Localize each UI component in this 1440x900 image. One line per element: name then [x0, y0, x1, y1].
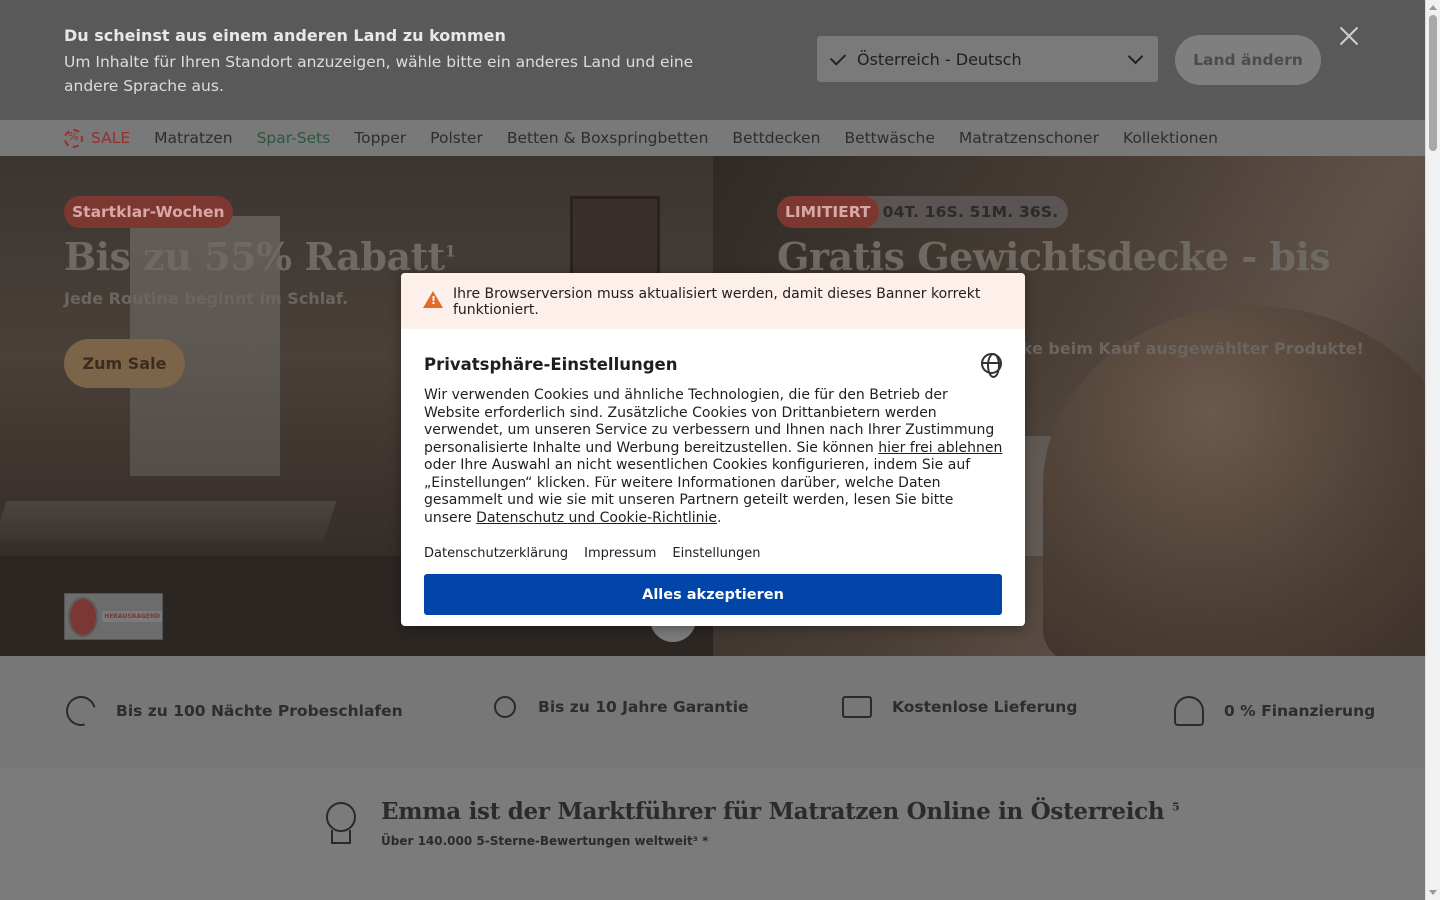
nav-item-bettwaesche[interactable]: Bettwäsche — [844, 129, 934, 147]
usp-label: Kostenlose Lieferung — [892, 698, 1078, 716]
coins-hand-icon — [1174, 696, 1204, 726]
limited-badge: LIMITIERT — [777, 196, 879, 228]
scrollbar-thumb[interactable] — [1429, 15, 1437, 151]
main-nav: SALE Matratzen Spar-Sets Topper Polster … — [0, 120, 1425, 156]
countdown-timer: 04T. 16S. 51M. 36S. — [882, 203, 1059, 221]
country-select[interactable]: Österreich - Deutsch — [817, 36, 1158, 82]
hero-person-decor — [1043, 306, 1425, 656]
nav-item-sale[interactable]: SALE — [64, 128, 131, 148]
country-banner-title: Du scheinst aus einem anderen Land zu ko… — [64, 26, 506, 45]
scroll-up-icon[interactable] — [1429, 5, 1437, 10]
leader-subtitle: Über 140.000 5-Sterne-Bewertungen weltwe… — [381, 834, 709, 848]
consent-title: Privatsphäre-Einstellungen — [424, 355, 678, 374]
usp-trial: Bis zu 100 Nächte Probeschlafen — [60, 690, 403, 732]
nav-item-matratzenschoner[interactable]: Matratzenschoner — [959, 129, 1099, 147]
nav-item-bettdecken[interactable]: Bettdecken — [732, 129, 820, 147]
browser-warning-text: Ihre Browserversion muss aktualisiert we… — [453, 286, 981, 318]
usp-warranty: Bis zu 10 Jahre Garantie — [494, 696, 749, 718]
settings-link[interactable]: Einstellungen — [672, 546, 760, 561]
close-icon[interactable] — [1339, 26, 1359, 46]
nav-item-spar-sets[interactable]: Spar-Sets — [257, 129, 331, 147]
nav-item-matratzen[interactable]: Matratzen — [154, 129, 232, 147]
award-badge: HERAUSRAGEND — [64, 593, 163, 640]
accept-all-button[interactable]: Alles akzeptieren — [424, 574, 1002, 615]
hero-left-title: Bis zu 55% Rabatt1 — [64, 234, 456, 279]
privacy-policy-link[interactable]: Datenschutz und Cookie-Richtlinie — [476, 510, 717, 526]
change-country-button[interactable]: Land ändern — [1175, 35, 1321, 85]
nav-item-topper[interactable]: Topper — [354, 129, 406, 147]
usp-financing: 0 % Finanzierung — [1174, 696, 1375, 726]
warranty-badge-icon — [494, 696, 516, 718]
browser-warning: Ihre Browserversion muss aktualisiert we… — [401, 273, 1025, 329]
hero-left-subtitle: Jede Routine beginnt im Schlaf. — [64, 289, 349, 308]
cookie-consent-dialog: Ihre Browserversion muss aktualisiert we… — [401, 273, 1025, 626]
check-icon — [829, 48, 847, 66]
imprint-link[interactable]: Impressum — [584, 546, 656, 561]
limited-badge-group: LIMITIERT 04T. 16S. 51M. 36S. — [777, 196, 1069, 228]
scroll-down-icon[interactable] — [1429, 890, 1437, 895]
award-star-icon — [326, 802, 356, 846]
privacy-statement-link[interactable]: Datenschutzerklärung — [424, 546, 568, 561]
moon-sleep-icon — [60, 690, 102, 732]
consent-body: Wir verwenden Cookies und ähnliche Techn… — [424, 387, 1003, 526]
language-globe-icon[interactable] — [981, 353, 1002, 378]
hero-right-subtitle: decke beim Kauf ausgewählter Produkte! — [990, 339, 1364, 358]
usp-label: Bis zu 100 Nächte Probeschlafen — [116, 702, 403, 720]
reject-link[interactable]: hier frei ablehnen — [878, 440, 1002, 456]
usp-label: 0 % Finanzierung — [1224, 702, 1376, 720]
award-seal-icon — [68, 596, 99, 637]
nav-item-polster[interactable]: Polster — [430, 129, 483, 147]
country-banner-text: Um Inhalte für Ihren Standort anzuzeigen… — [64, 53, 694, 95]
sale-cta-button[interactable]: Zum Sale — [64, 339, 185, 388]
usp-label: Bis zu 10 Jahre Garantie — [538, 698, 749, 716]
chevron-down-icon — [1127, 48, 1144, 65]
country-select-value: Österreich - Deutsch — [857, 49, 1022, 69]
consent-links: Datenschutzerklärung Impressum Einstellu… — [424, 546, 777, 561]
nav-item-betten[interactable]: Betten & Boxspringbetten — [507, 129, 709, 147]
country-banner: Du scheinst aus einem anderen Land zu ko… — [0, 0, 1425, 120]
usp-bar: Bis zu 100 Nächte Probeschlafen Bis zu 1… — [0, 656, 1425, 768]
promo-badge: Startklar-Wochen — [64, 196, 233, 228]
nav-item-label: SALE — [91, 129, 131, 147]
truck-icon — [842, 696, 872, 718]
nav-item-kollektionen[interactable]: Kollektionen — [1123, 129, 1218, 147]
award-tag: HERAUSRAGEND — [102, 611, 162, 622]
usp-delivery: Kostenlose Lieferung — [842, 696, 1077, 718]
hero-bed-decor — [0, 501, 337, 541]
page-scrollbar[interactable] — [1425, 0, 1440, 900]
leader-section — [0, 768, 1425, 900]
sale-badge-icon — [64, 128, 83, 148]
leader-title: Emma ist der Marktführer für Matratzen O… — [381, 798, 1180, 825]
warning-icon — [423, 291, 443, 308]
